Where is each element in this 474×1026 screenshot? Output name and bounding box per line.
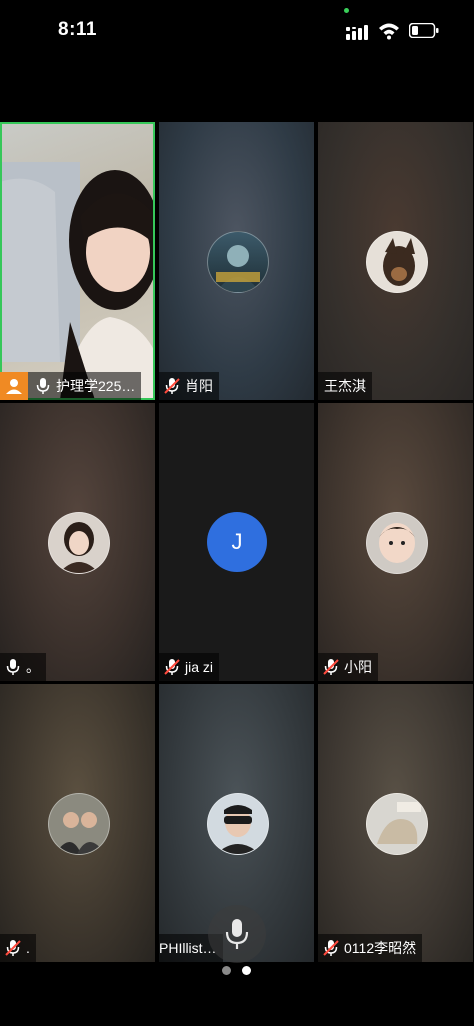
participant-tile[interactable]: 小阳 [318,403,473,681]
participant-tile[interactable]: 护理学225… [0,122,155,400]
participant-name-tag: 小阳 [318,653,378,681]
participant-name: jia zi [185,659,214,675]
participant-name: 王杰淇 [324,378,366,394]
microphone-muted-icon [323,940,339,956]
participant-avatar [48,512,110,574]
status-time: 8:11 [58,19,97,40]
microphone-icon [6,659,20,675]
participant-name-tag: . [0,934,36,962]
initial-avatar: J [207,512,267,572]
microphone-muted-icon [5,940,21,956]
page-dot-1[interactable] [222,966,231,975]
participant-video-image [0,162,155,400]
participant-avatar [366,231,428,293]
participant-tile[interactable]: 。 [0,403,155,681]
participant-name-tag: 。 [0,653,46,681]
page-dot-2-active[interactable] [242,966,251,975]
participant-tile[interactable]: J jia zi [159,403,314,681]
participant-name: 肖阳 [185,378,213,394]
microphone-icon [225,919,249,949]
microphone-icon [36,378,50,394]
participant-name: PHIllist… [159,940,217,956]
microphone-muted-icon [323,659,339,675]
participant-tile[interactable]: 0112李昭然 [318,684,473,962]
page-indicator[interactable] [222,966,252,976]
microphone-muted-icon [164,378,180,394]
video-feed [0,122,155,400]
participant-tile[interactable]: 肖阳 [159,122,314,400]
participant-name-tag: 护理学225… [0,372,142,400]
participant-name-tag: 王杰淇 [318,372,372,400]
participant-name-tag: jia zi [159,653,220,681]
person-icon [6,379,22,394]
participant-name: 。 [26,659,40,675]
participant-avatar [366,793,428,855]
wifi-icon [379,23,399,40]
microphone-muted-icon [164,659,180,675]
battery-icon [409,23,439,38]
status-bar: 8:11 [0,0,474,60]
participant-name: . [26,940,30,956]
participant-tile[interactable]: 王杰淇 [318,122,473,400]
cellular-signal-icon [346,25,368,40]
participant-avatar [207,231,269,293]
participant-name: 小阳 [344,659,372,675]
participant-name: 护理学225… [56,378,136,394]
participant-name: 0112李昭然 [344,940,417,956]
host-badge [0,372,28,400]
participant-tile[interactable]: . [0,684,155,962]
participant-avatar [366,512,428,574]
participant-avatar [207,793,269,855]
participant-name-tag: 肖阳 [159,372,219,400]
floating-microphone-button[interactable] [208,905,266,963]
participant-grid: 护理学225… 肖阳 王杰淇 。 J jia zi 小阳 . PHIllist…… [0,122,474,962]
participant-avatar [48,793,110,855]
camera-in-use-indicator [344,8,349,13]
participant-name-tag: 0112李昭然 [318,934,423,962]
